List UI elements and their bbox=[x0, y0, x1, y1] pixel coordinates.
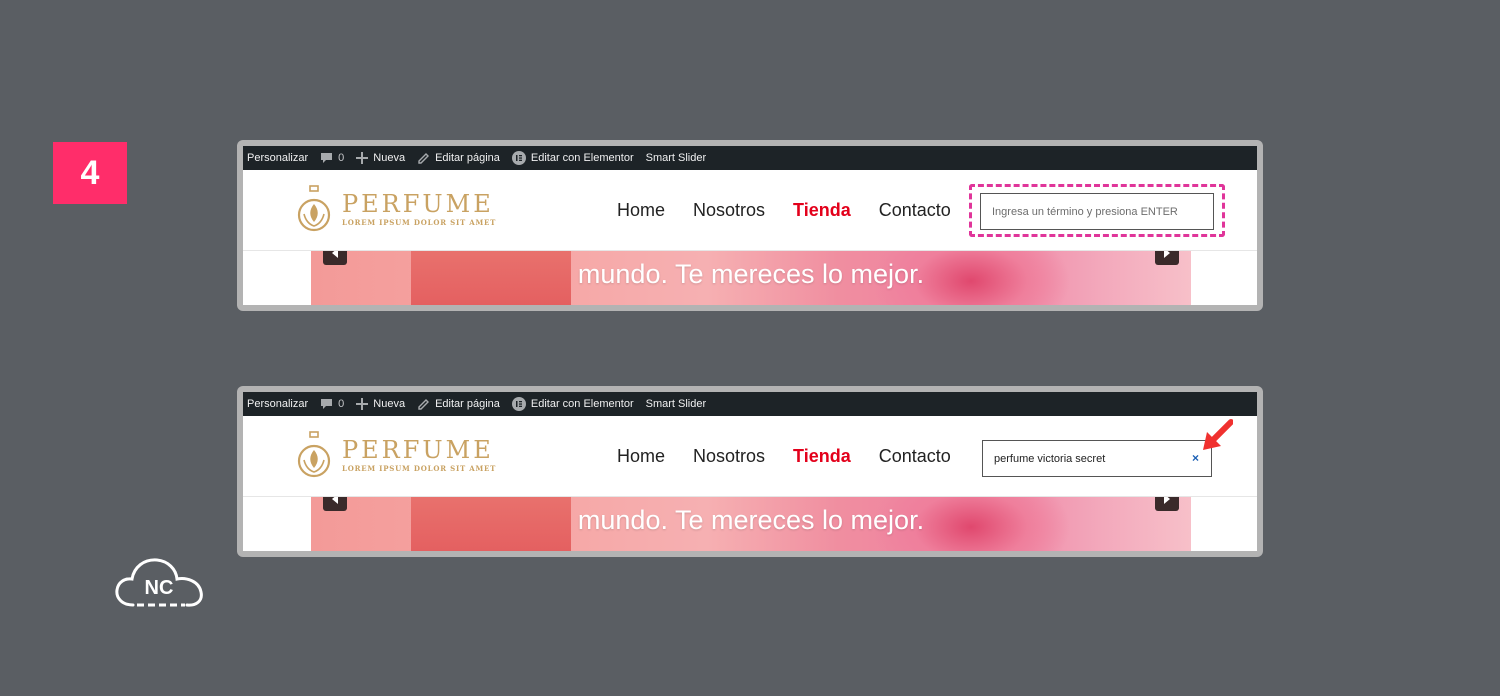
nav-tienda[interactable]: Tienda bbox=[793, 446, 851, 467]
admin-edit-page-label: Editar página bbox=[435, 398, 500, 410]
admin-comments[interactable]: 0 bbox=[320, 152, 344, 164]
chevron-right-icon bbox=[1164, 251, 1170, 258]
chevron-right-icon bbox=[1164, 497, 1170, 504]
admin-edit-page[interactable]: Editar página bbox=[417, 398, 500, 411]
admin-smart-slider[interactable]: Smart Slider bbox=[646, 398, 707, 410]
screenshot-after: Personalizar 0 Nueva Editar página Edita… bbox=[237, 386, 1263, 557]
admin-edit-page-label: Editar página bbox=[435, 152, 500, 164]
comment-icon bbox=[321, 399, 333, 409]
site-header: PERFUME LOREM IPSUM DOLOR SIT AMET Home … bbox=[243, 416, 1257, 497]
website-frame: Personalizar 0 Nueva Editar página Edita… bbox=[243, 392, 1257, 551]
main-nav: Home Nosotros Tienda Contacto bbox=[617, 446, 979, 467]
admin-new-label: Nueva bbox=[373, 152, 406, 164]
slider-caption: mundo. Te mereces lo mejor. bbox=[577, 259, 925, 289]
admin-edit-elementor-label: Editar con Elementor bbox=[530, 398, 634, 410]
nav-contacto[interactable]: Contacto bbox=[879, 446, 951, 467]
site-logo[interactable]: PERFUME LOREM IPSUM DOLOR SIT AMET bbox=[296, 184, 496, 234]
logo-title: PERFUME bbox=[342, 190, 494, 218]
nav-home[interactable]: Home bbox=[617, 446, 665, 467]
step-number-badge: 4 bbox=[53, 142, 127, 204]
search-input[interactable]: perfume victoria secret × bbox=[982, 440, 1212, 477]
nav-home[interactable]: Home bbox=[617, 200, 665, 221]
slider-prev-button[interactable] bbox=[323, 251, 347, 265]
site-header: PERFUME LOREM IPSUM DOLOR SIT AMET Home … bbox=[243, 170, 1257, 251]
nav-contacto[interactable]: Contacto bbox=[879, 200, 951, 221]
search-placeholder: Ingresa un término y presiona ENTER bbox=[992, 205, 1178, 218]
website-frame: Personalizar 0 Nueva Editar página Edita… bbox=[243, 146, 1257, 305]
slider-next-button[interactable] bbox=[1155, 251, 1179, 265]
admin-smart-slider[interactable]: Smart Slider bbox=[646, 152, 707, 164]
admin-new[interactable]: Nueva bbox=[356, 398, 405, 410]
admin-smart-slider-label: Smart Slider bbox=[645, 398, 707, 410]
logo-tagline: LOREM IPSUM DOLOR SIT AMET bbox=[342, 218, 497, 227]
plus-icon bbox=[356, 152, 369, 164]
comments-count: 0 bbox=[338, 398, 345, 410]
nav-tienda[interactable]: Tienda bbox=[793, 200, 851, 221]
logo-tagline: LOREM IPSUM DOLOR SIT AMET bbox=[342, 464, 497, 473]
elementor-icon bbox=[511, 397, 526, 411]
comment-icon bbox=[321, 153, 333, 163]
admin-bar: Personalizar 0 Nueva Editar página Edita… bbox=[243, 392, 1257, 416]
admin-customize-label: Personalizar bbox=[247, 398, 309, 410]
nav-nosotros[interactable]: Nosotros bbox=[693, 200, 765, 221]
screenshot-before: Personalizar 0 Nueva Editar página Edita… bbox=[237, 140, 1263, 311]
admin-edit-elementor[interactable]: Editar con Elementor bbox=[511, 397, 634, 411]
logo-title: PERFUME bbox=[342, 436, 494, 464]
pencil-icon bbox=[418, 152, 430, 164]
pencil-icon bbox=[418, 398, 430, 410]
admin-bar: Personalizar 0 Nueva Editar página Edita… bbox=[243, 146, 1257, 170]
admin-customize-label: Personalizar bbox=[247, 152, 309, 164]
svg-text:NC: NC bbox=[145, 577, 174, 599]
admin-edit-elementor-label: Editar con Elementor bbox=[530, 152, 634, 164]
admin-edit-page[interactable]: Editar página bbox=[417, 152, 500, 165]
admin-smart-slider-label: Smart Slider bbox=[645, 152, 707, 164]
slider-prev-button[interactable] bbox=[323, 497, 347, 511]
chevron-left-icon bbox=[332, 251, 338, 258]
plus-icon bbox=[356, 398, 369, 410]
chevron-left-icon bbox=[332, 497, 338, 504]
search-value: perfume victoria secret bbox=[994, 452, 1106, 465]
perfume-bottle-logo-icon bbox=[297, 185, 331, 232]
slider-next-button[interactable] bbox=[1155, 497, 1179, 511]
hero-slider: mundo. Te mereces lo mejor. bbox=[311, 497, 1191, 551]
admin-customize[interactable]: Personalizar bbox=[247, 152, 308, 164]
pointer-arrow-icon bbox=[1203, 419, 1233, 450]
admin-customize[interactable]: Personalizar bbox=[247, 398, 308, 410]
comments-count: 0 bbox=[338, 152, 345, 164]
nc-cloud-logo-icon: NC bbox=[115, 558, 203, 607]
search-input[interactable]: Ingresa un término y presiona ENTER bbox=[980, 193, 1214, 230]
admin-comments[interactable]: 0 bbox=[320, 398, 344, 410]
hero-slider: mundo. Te mereces lo mejor. bbox=[311, 251, 1191, 305]
site-logo[interactable]: PERFUME LOREM IPSUM DOLOR SIT AMET bbox=[296, 430, 496, 480]
admin-edit-elementor[interactable]: Editar con Elementor bbox=[511, 151, 634, 165]
main-nav: Home Nosotros Tienda Contacto bbox=[617, 200, 979, 221]
admin-new-label: Nueva bbox=[373, 398, 406, 410]
admin-new[interactable]: Nueva bbox=[356, 152, 405, 164]
elementor-icon bbox=[511, 151, 526, 165]
perfume-bottle-logo-icon bbox=[297, 431, 331, 478]
nav-nosotros[interactable]: Nosotros bbox=[693, 446, 765, 467]
slider-caption: mundo. Te mereces lo mejor. bbox=[577, 505, 925, 535]
